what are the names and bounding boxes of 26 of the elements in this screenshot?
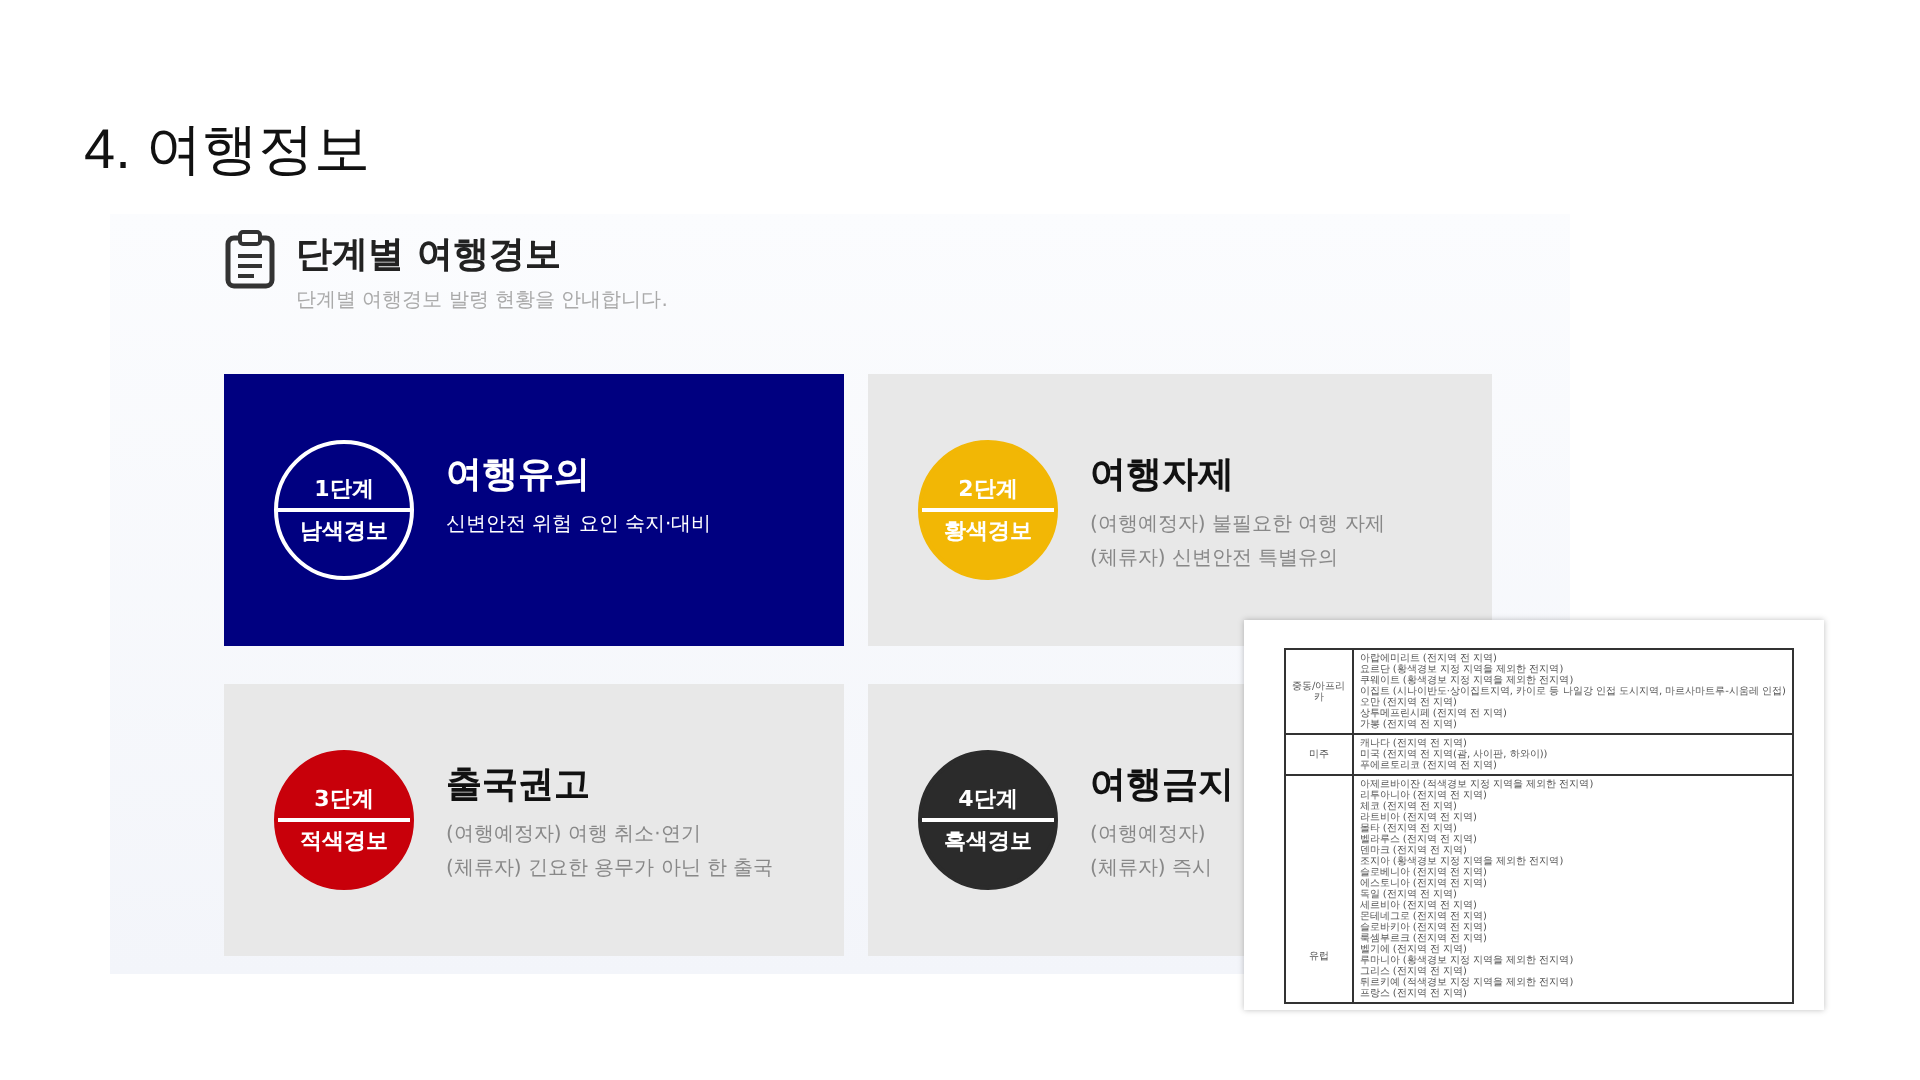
card-description: (여행예정자) 여행 취소·연기 xyxy=(446,822,703,848)
alert-card[interactable]: 2단계 황색경보 여행자제 (여행예정자) 불필요한 여행 자제 (체류자) 신변안전 특별유의 xyxy=(868,374,1492,646)
level-label: 1단계 xyxy=(314,474,374,506)
card-description: (체류자) 신변안전 특별유의 xyxy=(1090,546,1341,572)
slide-title: 4. 여행정보 xyxy=(84,116,373,184)
alert-name: 흑색경보 xyxy=(944,826,1032,858)
panel-heading: 단계별 여행경보 xyxy=(296,232,563,278)
level-label: 4단계 xyxy=(958,784,1018,816)
panel-subtitle: 단계별 여행경보 발령 현황을 안내합니다. xyxy=(296,288,668,314)
alert-name: 남색경보 xyxy=(300,516,388,548)
card-title: 여행금지 xyxy=(1090,762,1234,808)
card-title: 여행유의 xyxy=(446,452,592,498)
alert-card[interactable]: 1단계 남색경보 여행유의 신변안전 위험 요인 숙지·대비 xyxy=(224,374,844,646)
card-description: (여행예정자) xyxy=(1090,822,1208,848)
clipboard-icon xyxy=(224,230,276,290)
level-label: 3단계 xyxy=(314,784,374,816)
card-description: (체류자) 즉시 xyxy=(1090,856,1214,882)
card-description: (체류자) 긴요한 용무가 아닌 한 출국 xyxy=(446,856,774,882)
alert-name: 황색경보 xyxy=(944,516,1032,548)
card-title: 여행자제 xyxy=(1090,452,1236,498)
alert-card[interactable]: 3단계 적색경보 출국권고 (여행예정자) 여행 취소·연기 (체류자) 긴요한 용무가 아닌 한 출국 xyxy=(224,684,844,956)
card-title: 출국권고 xyxy=(446,762,592,808)
card-description: (여행예정자) 불필요한 여행 자제 xyxy=(1090,512,1385,538)
level-label: 2단계 xyxy=(958,474,1018,506)
alert-name: 적색경보 xyxy=(300,826,388,858)
card-description: 신변안전 위험 요인 숙지·대비 xyxy=(446,512,712,538)
